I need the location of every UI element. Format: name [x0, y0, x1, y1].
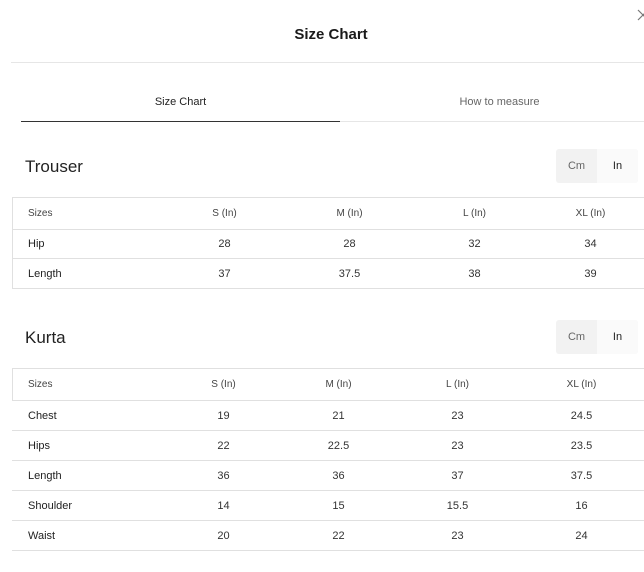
- table-row: Chest 19 21 23 24.5: [12, 401, 644, 431]
- table-cell: 23: [451, 529, 464, 542]
- table-header-cell: M (In): [325, 379, 352, 390]
- table-cell: 36: [217, 469, 230, 482]
- table-cell: 15.5: [446, 499, 469, 512]
- table-header-cell: Sizes: [28, 208, 53, 219]
- table-header-cell: M (In): [336, 208, 363, 219]
- table-cell: 39: [584, 267, 597, 280]
- table-cell: 23: [451, 439, 464, 452]
- table-cell: 22: [332, 529, 345, 542]
- tab-how-to-measure[interactable]: How to measure: [340, 90, 644, 122]
- modal-title: Size Chart: [294, 26, 368, 43]
- table-header-cell: XL (In): [575, 208, 606, 219]
- table-cell: 21: [332, 409, 345, 422]
- table-header-cell: L (In): [463, 208, 486, 219]
- row-label: Hip: [28, 238, 45, 250]
- table-cell: 15: [332, 499, 345, 512]
- row-label: Chest: [28, 409, 57, 422]
- row-label: Shoulder: [28, 499, 73, 512]
- unit-in-button[interactable]: In: [597, 320, 638, 354]
- trouser-size-table: Sizes S (In) M (In) L (In) XL (In) Hip 2…: [12, 197, 644, 289]
- table-header-cell: Sizes: [28, 379, 53, 390]
- row-label: Waist: [28, 529, 56, 542]
- table-cell: 37: [218, 267, 231, 280]
- row-label: Length: [28, 469, 62, 482]
- table-header-cell: S (In): [211, 379, 236, 390]
- table-cell: 37.5: [570, 469, 593, 482]
- table-cell: 14: [217, 499, 230, 512]
- table-cell: 37: [451, 469, 464, 482]
- table-row: Hip 28 28 32 34: [12, 230, 644, 259]
- unit-in-button[interactable]: In: [597, 149, 638, 183]
- unit-cm-button[interactable]: Cm: [556, 320, 597, 354]
- row-label: Hips: [28, 439, 51, 452]
- table-cell: 22.5: [327, 439, 350, 452]
- table-cell: 24.5: [570, 409, 593, 422]
- table-cell: 38: [468, 267, 481, 280]
- table-header-row: Sizes S (In) M (In) L (In) XL (In): [12, 197, 644, 230]
- table-cell: 23.5: [570, 439, 593, 452]
- unit-toggle-kurta: Cm In: [556, 320, 638, 354]
- table-cell: 24: [575, 529, 588, 542]
- section-title-kurta: Kurta: [25, 328, 66, 347]
- table-row: Shoulder 14 15 15.5 16: [12, 491, 644, 521]
- close-icon: [637, 9, 644, 21]
- table-cell: 32: [468, 238, 481, 250]
- row-label: Length: [28, 267, 62, 280]
- close-button[interactable]: [636, 6, 644, 24]
- table-header-cell: S (In): [212, 208, 237, 219]
- table-cell: 34: [584, 238, 597, 250]
- table-row: Length 37 37.5 38 39: [12, 259, 644, 289]
- table-header-cell: XL (In): [566, 379, 597, 390]
- table-cell: 20: [217, 529, 230, 542]
- table-row: Hips 22 22.5 23 23.5: [12, 431, 644, 461]
- table-cell: 37.5: [338, 267, 361, 280]
- table-cell: 22: [217, 439, 230, 452]
- table-cell: 19: [217, 409, 230, 422]
- table-cell: 28: [218, 238, 231, 250]
- unit-toggle-trouser: Cm In: [556, 149, 638, 183]
- section-title-trouser: Trouser: [25, 157, 83, 176]
- unit-cm-button[interactable]: Cm: [556, 149, 597, 183]
- tab-bar: Size Chart How to measure: [21, 90, 644, 122]
- tab-size-chart[interactable]: Size Chart: [21, 90, 340, 122]
- table-header-row: Sizes S (In) M (In) L (In) XL (In): [12, 368, 644, 401]
- table-cell: 36: [332, 469, 345, 482]
- table-cell: 16: [575, 499, 588, 512]
- table-header-cell: L (In): [446, 379, 469, 390]
- table-cell: 28: [343, 238, 356, 250]
- kurta-size-table: Sizes S (In) M (In) L (In) XL (In) Chest…: [12, 368, 644, 551]
- table-cell: 23: [451, 409, 464, 422]
- table-row: Waist 20 22 23 24: [12, 521, 644, 551]
- table-row: Length 36 36 37 37.5: [12, 461, 644, 491]
- header-divider: [11, 62, 644, 63]
